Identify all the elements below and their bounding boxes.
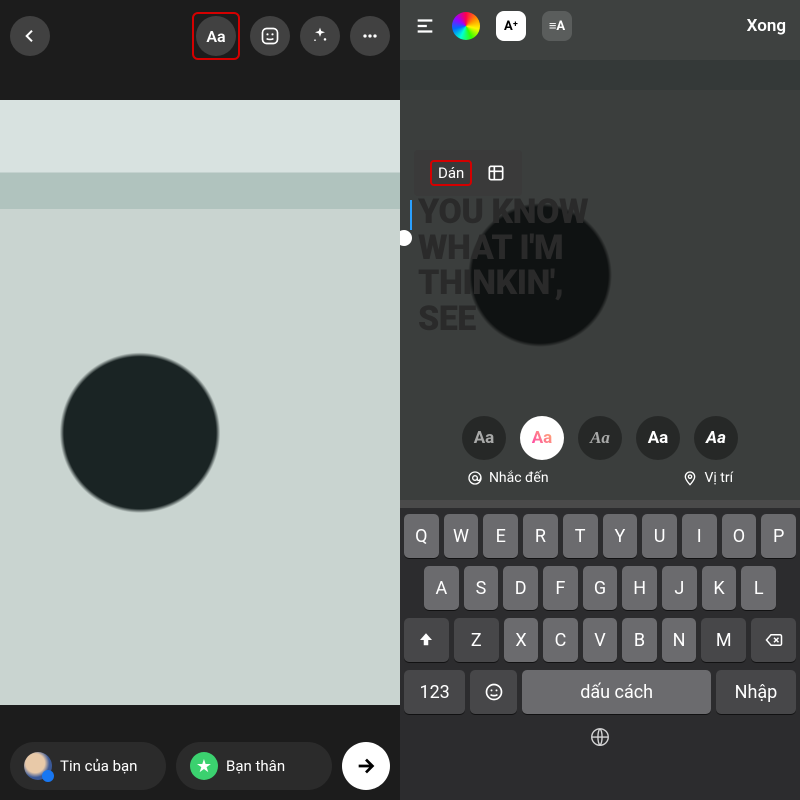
key-o[interactable]: O bbox=[722, 514, 757, 558]
story-editor-preview: Aa Tin của bạn ★ Bạn thân bbox=[0, 0, 400, 800]
backspace-key[interactable] bbox=[751, 618, 796, 662]
key-h[interactable]: H bbox=[622, 566, 657, 610]
avatar-icon bbox=[24, 752, 52, 780]
key-n[interactable]: N bbox=[662, 618, 697, 662]
keyboard-row-4: 123 dấu cách Nhập bbox=[404, 670, 796, 714]
font-picker: Aa Aa Aa Aa Aa bbox=[400, 416, 800, 460]
emoji-key[interactable] bbox=[470, 670, 517, 714]
spacebar-key[interactable]: dấu cách bbox=[522, 670, 711, 714]
keyboard-row-2: ASDFGHJKL bbox=[404, 566, 796, 610]
font-option-2[interactable]: Aa bbox=[520, 416, 564, 460]
chevron-left-icon bbox=[22, 28, 38, 44]
key-s[interactable]: S bbox=[464, 566, 499, 610]
story-share-bar: Tin của bạn ★ Bạn thân bbox=[0, 742, 400, 790]
story-text-content[interactable]: YOU KNOW WHAT I'M THINKIN', SEE bbox=[418, 195, 780, 338]
shift-key[interactable] bbox=[404, 618, 449, 662]
key-g[interactable]: G bbox=[583, 566, 618, 610]
key-p[interactable]: P bbox=[761, 514, 796, 558]
ellipsis-icon bbox=[360, 26, 380, 46]
mention-icon bbox=[467, 470, 483, 486]
font-size-button[interactable]: A⁺ bbox=[496, 11, 526, 41]
key-v[interactable]: V bbox=[583, 618, 618, 662]
globe-icon[interactable] bbox=[589, 726, 611, 748]
key-y[interactable]: Y bbox=[603, 514, 638, 558]
more-button[interactable] bbox=[350, 16, 390, 56]
key-q[interactable]: Q bbox=[404, 514, 439, 558]
color-picker-button[interactable] bbox=[452, 12, 480, 40]
close-friends-label: Bạn thân bbox=[226, 757, 285, 775]
key-c[interactable]: C bbox=[543, 618, 578, 662]
keyboard-row-3: ZXCVBNM bbox=[404, 618, 796, 662]
close-friends-button[interactable]: ★ Bạn thân bbox=[176, 742, 332, 790]
key-d[interactable]: D bbox=[503, 566, 538, 610]
key-m[interactable]: M bbox=[701, 618, 746, 662]
key-f[interactable]: F bbox=[543, 566, 578, 610]
key-x[interactable]: X bbox=[504, 618, 539, 662]
location-button[interactable]: Vị trí bbox=[682, 470, 733, 486]
key-r[interactable]: R bbox=[523, 514, 558, 558]
sparkle-icon bbox=[310, 26, 330, 46]
text-tool-label: Aa bbox=[206, 27, 225, 46]
backspace-icon bbox=[763, 631, 785, 649]
effects-button[interactable] bbox=[300, 16, 340, 56]
done-button[interactable]: Xong bbox=[747, 16, 786, 36]
shift-icon bbox=[417, 631, 435, 649]
text-cursor bbox=[410, 200, 412, 230]
onscreen-keyboard: QWERTYUIOP ASDFGHJKL ZXCVBNM 123 dấu các… bbox=[400, 508, 800, 800]
location-icon bbox=[682, 470, 698, 486]
font-option-4[interactable]: Aa bbox=[636, 416, 680, 460]
key-a[interactable]: A bbox=[424, 566, 459, 610]
key-t[interactable]: T bbox=[563, 514, 598, 558]
story-photo bbox=[0, 100, 400, 705]
your-story-label: Tin của bạn bbox=[60, 757, 137, 775]
paste-popover: Dán bbox=[414, 150, 522, 196]
paste-button[interactable]: Dán bbox=[430, 160, 472, 186]
keyboard-row-1: QWERTYUIOP bbox=[404, 514, 796, 558]
key-e[interactable]: E bbox=[483, 514, 518, 558]
close-friends-icon: ★ bbox=[190, 752, 218, 780]
key-u[interactable]: U bbox=[642, 514, 677, 558]
key-w[interactable]: W bbox=[444, 514, 479, 558]
enter-key[interactable]: Nhập bbox=[716, 670, 796, 714]
font-option-3[interactable]: Aa bbox=[578, 416, 622, 460]
back-button[interactable] bbox=[10, 16, 50, 56]
key-i[interactable]: I bbox=[682, 514, 717, 558]
font-option-5[interactable]: Aa bbox=[694, 416, 738, 460]
story-top-toolbar: Aa bbox=[0, 0, 400, 72]
your-story-button[interactable]: Tin của bạn bbox=[10, 742, 166, 790]
key-l[interactable]: L bbox=[741, 566, 776, 610]
key-k[interactable]: K bbox=[702, 566, 737, 610]
story-text-editor: A⁺ ≡A Xong Dán YOU KNOW WHAT I'M THINKIN… bbox=[400, 0, 800, 800]
mention-button[interactable]: Nhắc đến bbox=[467, 470, 549, 486]
highlight-text-tool: Aa bbox=[192, 12, 240, 60]
key-z[interactable]: Z bbox=[454, 618, 499, 662]
sticker-icon bbox=[260, 26, 280, 46]
sticker-button[interactable] bbox=[250, 16, 290, 56]
text-style-button[interactable]: ≡A bbox=[542, 11, 572, 41]
arrow-right-icon bbox=[355, 755, 377, 777]
text-tool-button[interactable]: Aa bbox=[196, 16, 236, 56]
key-b[interactable]: B bbox=[622, 618, 657, 662]
emoji-icon bbox=[484, 682, 504, 702]
send-button[interactable] bbox=[342, 742, 390, 790]
autofill-icon[interactable] bbox=[486, 163, 506, 183]
key-j[interactable]: J bbox=[662, 566, 697, 610]
tag-suggestions: Nhắc đến Vị trí bbox=[400, 470, 800, 486]
font-option-1[interactable]: Aa bbox=[462, 416, 506, 460]
align-icon[interactable] bbox=[414, 15, 436, 37]
text-editor-toolbar: A⁺ ≡A Xong bbox=[400, 0, 800, 52]
numbers-key[interactable]: 123 bbox=[404, 670, 465, 714]
